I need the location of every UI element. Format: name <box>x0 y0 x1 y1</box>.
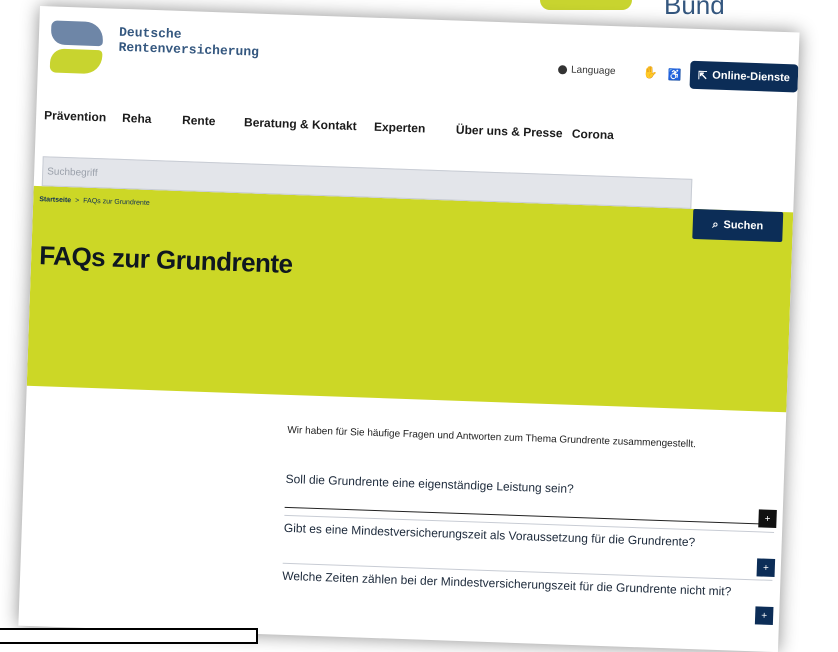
bund-label: Bund <box>664 0 725 20</box>
expand-icon[interactable]: + <box>756 558 776 577</box>
faq-item[interactable]: Soll die Grundrente eine eigenständige L… <box>284 466 777 529</box>
logo-top-shape <box>50 20 104 47</box>
nav-item-praevention[interactable]: Prävention <box>44 108 106 124</box>
faq-question[interactable]: Welche Zeiten zählen bei der Mindestvers… <box>282 569 752 599</box>
globe-icon <box>557 65 568 75</box>
faq-item[interactable]: Gibt es eine Mindestversicherungszeit al… <box>282 514 776 577</box>
faq-item[interactable]: Welche Zeiten zählen bei der Mindestvers… <box>281 562 774 625</box>
hero-band <box>26 185 794 413</box>
faq-question[interactable]: Gibt es eine Mindestversicherungszeit al… <box>284 521 754 551</box>
nav-item-experten[interactable]: Experten <box>374 120 426 136</box>
expand-icon[interactable]: + <box>754 606 774 625</box>
nav-item-rente[interactable]: Rente <box>182 113 216 128</box>
brand-name[interactable]: Deutsche Rentenversicherung <box>118 25 259 60</box>
nav-item-ueber-uns-presse[interactable]: Über uns & Presse <box>456 123 563 141</box>
bund-badge <box>540 0 632 10</box>
nav-item-reha[interactable]: Reha <box>122 111 152 126</box>
logo-bottom-shape <box>49 48 103 75</box>
search-button-label: Suchen <box>723 218 764 233</box>
webpage: Deutsche Rentenversicherung Language ✋ ♿… <box>18 6 800 652</box>
breadcrumb-separator: > <box>75 197 80 205</box>
main-navigation: Prävention Reha Rente Beratung & Kontakt… <box>44 108 784 156</box>
expand-icon[interactable]: + <box>758 509 777 529</box>
easy-language-icon[interactable]: ♿ <box>668 68 682 81</box>
drv-logo[interactable] <box>49 20 104 75</box>
online-services-button[interactable]: ⇱ Online-Dienste <box>689 60 799 93</box>
cursor-icon: ⇱ <box>697 69 708 82</box>
search-icon: ⌕ <box>712 218 719 231</box>
search-button[interactable]: ⌕ Suchen <box>692 208 784 243</box>
language-switcher[interactable]: Language <box>557 64 616 78</box>
nav-item-corona[interactable]: Corona <box>572 127 614 142</box>
language-label: Language <box>570 64 616 78</box>
faq-question[interactable]: Soll die Grundrente eine eigenständige L… <box>285 472 755 502</box>
nav-item-beratung-kontakt[interactable]: Beratung & Kontakt <box>244 115 357 133</box>
sign-language-icon[interactable]: ✋ <box>643 65 658 80</box>
breadcrumb-home[interactable]: Startseite <box>39 196 71 204</box>
online-services-label: Online-Dienste <box>712 69 791 85</box>
intro-text: Wir haben für Sie häufige Fragen und Ant… <box>287 424 697 451</box>
